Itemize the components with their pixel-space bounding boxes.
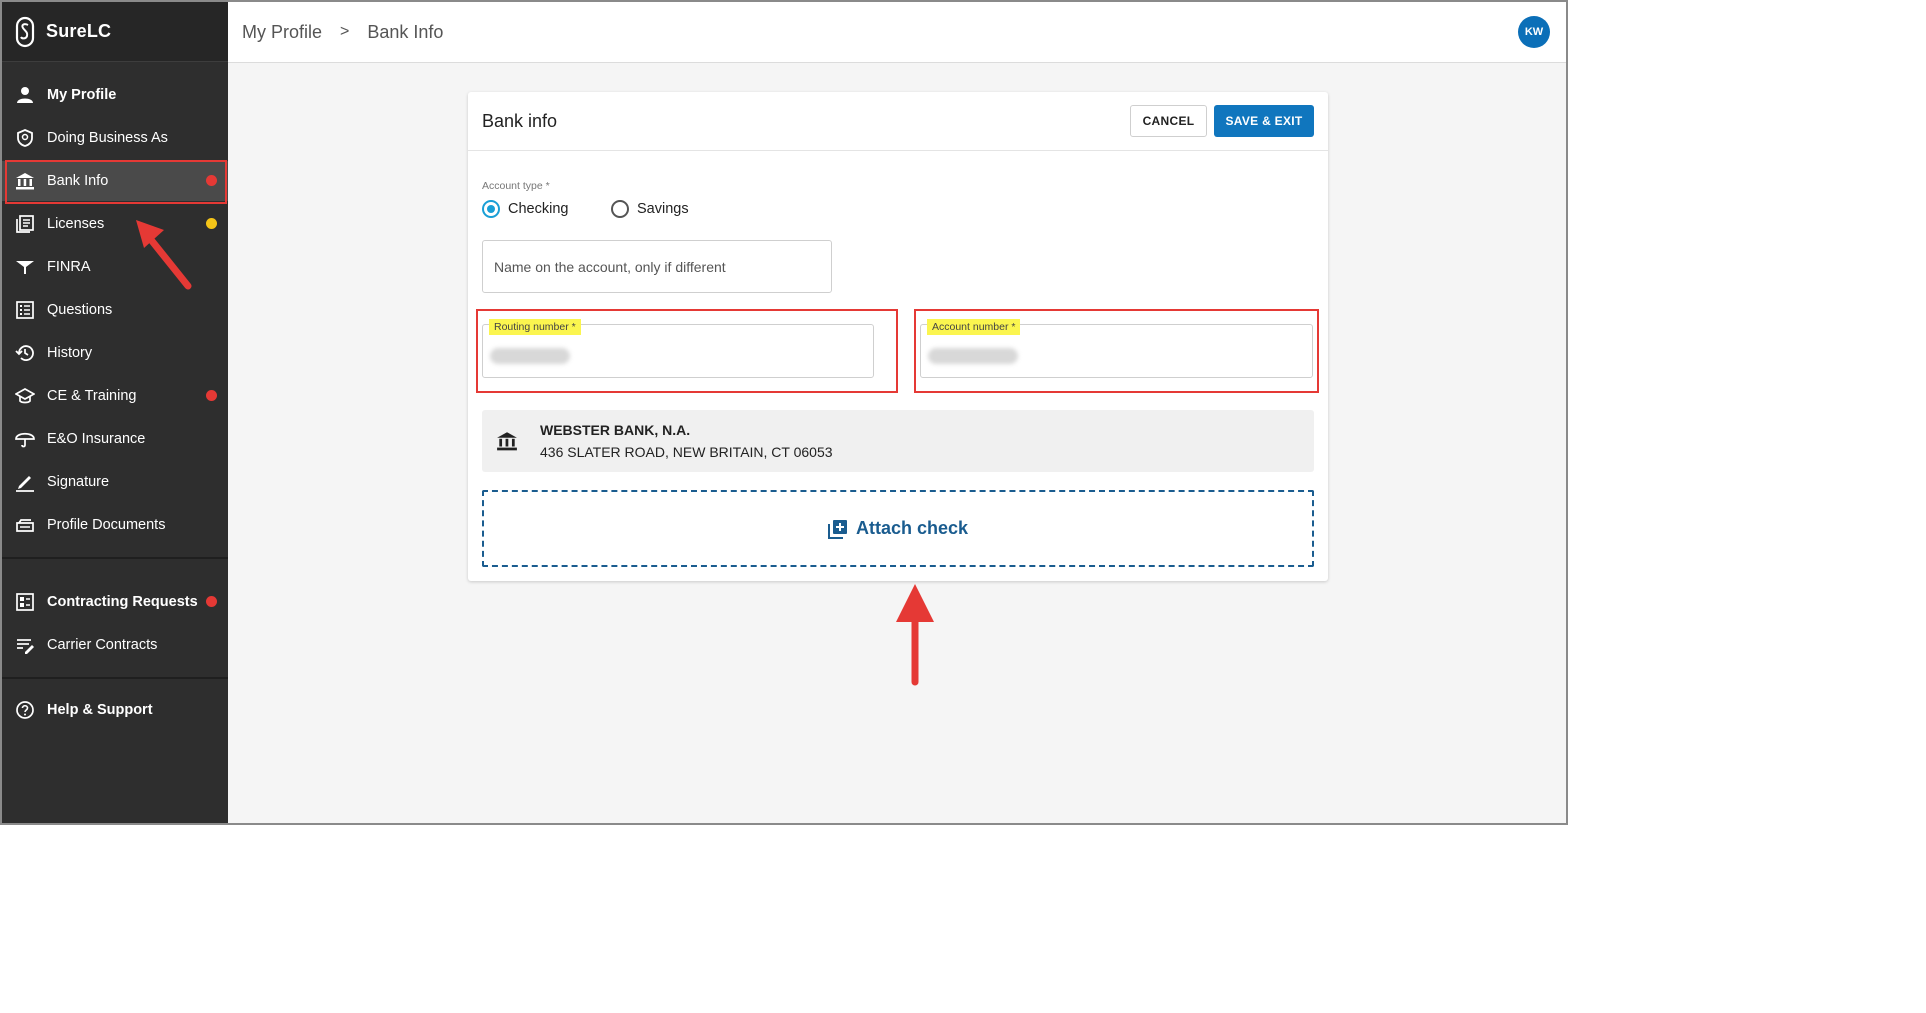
- routing-number-field[interactable]: Routing number *: [482, 319, 874, 378]
- status-badge: [206, 596, 217, 607]
- bank-icon: [497, 432, 517, 451]
- sidebar-item-label: Carrier Contracts: [47, 637, 158, 653]
- sidebar-item-history[interactable]: History: [2, 333, 228, 373]
- sidebar: SureLC My Profile Doing Business As Bank…: [2, 2, 228, 823]
- sidebar-item-profile-documents[interactable]: Profile Documents: [2, 505, 228, 545]
- sidebar-divider: [2, 677, 228, 679]
- radio-label: Checking: [508, 201, 569, 217]
- sidebar-item-label: Contracting Requests: [47, 594, 198, 610]
- attach-check-button[interactable]: Attach check: [482, 490, 1314, 567]
- licenses-icon: [15, 214, 35, 234]
- surelc-logo-icon: [15, 16, 35, 47]
- finra-icon: [15, 257, 35, 277]
- bank-info-card: Bank info CANCEL SAVE & EXIT Account typ…: [468, 92, 1328, 581]
- sidebar-item-eo-insurance[interactable]: E&O Insurance: [2, 419, 228, 459]
- sidebar-item-label: Signature: [47, 474, 110, 490]
- sidebar-item-doing-business-as[interactable]: Doing Business As: [2, 118, 228, 158]
- name-on-account-field[interactable]: Name on the account, only if different: [482, 240, 832, 293]
- requests-icon: [15, 592, 35, 612]
- sidebar-item-label: FINRA: [47, 259, 91, 275]
- cancel-button[interactable]: CANCEL: [1130, 105, 1207, 137]
- sidebar-item-contracting-requests[interactable]: Contracting Requests: [2, 582, 228, 622]
- sidebar-item-help-support[interactable]: Help & Support: [2, 690, 228, 730]
- sidebar-item-label: History: [47, 345, 93, 361]
- annotation-arrow-icon: [136, 220, 192, 290]
- annotation-arrow-icon: [896, 584, 934, 686]
- sidebar-item-signature[interactable]: Signature: [2, 462, 228, 502]
- redacted-value: [490, 348, 570, 364]
- breadcrumb: My Profile > Bank Info: [242, 22, 443, 43]
- breadcrumb-bank-info: Bank Info: [367, 21, 444, 42]
- status-badge: [206, 218, 217, 229]
- status-badge: [206, 390, 217, 401]
- person-icon: [15, 85, 35, 105]
- graduation-cap-icon: [15, 386, 35, 406]
- redacted-value: [928, 348, 1018, 364]
- bank-details: WEBSTER BANK, N.A. 436 SLATER ROAD, NEW …: [482, 410, 1314, 472]
- shield-icon: [15, 128, 35, 148]
- save-exit-button[interactable]: SAVE & EXIT: [1214, 105, 1314, 137]
- sidebar-item-label: E&O Insurance: [47, 431, 146, 447]
- sidebar-item-label: My Profile: [47, 87, 117, 103]
- sidebar-item-my-profile[interactable]: My Profile: [2, 75, 228, 115]
- sidebar-item-label: Licenses: [47, 216, 105, 232]
- radio-checked-icon: [482, 200, 500, 218]
- card-divider: [468, 150, 1328, 151]
- breadcrumb-my-profile[interactable]: My Profile: [242, 22, 322, 43]
- account-number-label: Account number *: [927, 319, 1021, 335]
- add-box-icon: [827, 519, 847, 539]
- annotation-highlight-box: [5, 160, 227, 204]
- sidebar-divider: [2, 557, 228, 559]
- radio-label: Savings: [637, 201, 689, 217]
- sidebar-item-label: Doing Business As: [47, 130, 168, 146]
- avatar[interactable]: KW: [1518, 16, 1550, 48]
- sidebar-item-label: CE & Training: [47, 388, 137, 404]
- card-title: Bank info: [482, 111, 558, 131]
- app-name: SureLC: [46, 21, 112, 41]
- history-icon: [15, 343, 35, 363]
- sidebar-item-label: Profile Documents: [47, 517, 166, 533]
- account-number-field[interactable]: Account number *: [920, 319, 1313, 378]
- radio-savings[interactable]: Savings: [611, 200, 689, 218]
- app-logo[interactable]: SureLC: [2, 2, 228, 62]
- pen-icon: [15, 472, 35, 492]
- breadcrumb-separator: >: [340, 23, 350, 40]
- bank-name: WEBSTER BANK, N.A.: [540, 422, 691, 438]
- contracts-icon: [15, 635, 35, 655]
- radio-unchecked-icon: [611, 200, 629, 218]
- questions-icon: [15, 300, 35, 320]
- sidebar-item-label: Help & Support: [47, 702, 153, 718]
- window-frame: SureLC My Profile Doing Business As Bank…: [0, 0, 1568, 825]
- sidebar-item-carrier-contracts[interactable]: Carrier Contracts: [2, 625, 228, 665]
- umbrella-icon: [15, 429, 35, 449]
- sidebar-item-ce-training[interactable]: CE & Training: [2, 376, 228, 416]
- routing-number-label: Routing number *: [489, 319, 581, 335]
- sidebar-item-label: Questions: [47, 302, 113, 318]
- radio-checking[interactable]: Checking: [482, 200, 568, 218]
- top-header: My Profile > Bank Info KW: [228, 2, 1566, 63]
- documents-icon: [15, 515, 35, 535]
- bank-address: 436 SLATER ROAD, NEW BRITAIN, CT 06053: [540, 444, 833, 460]
- sidebar-item-questions[interactable]: Questions: [2, 290, 228, 330]
- help-icon: [15, 700, 35, 720]
- attach-check-label: Attach check: [855, 518, 969, 538]
- account-type-label: Account type *: [482, 180, 550, 192]
